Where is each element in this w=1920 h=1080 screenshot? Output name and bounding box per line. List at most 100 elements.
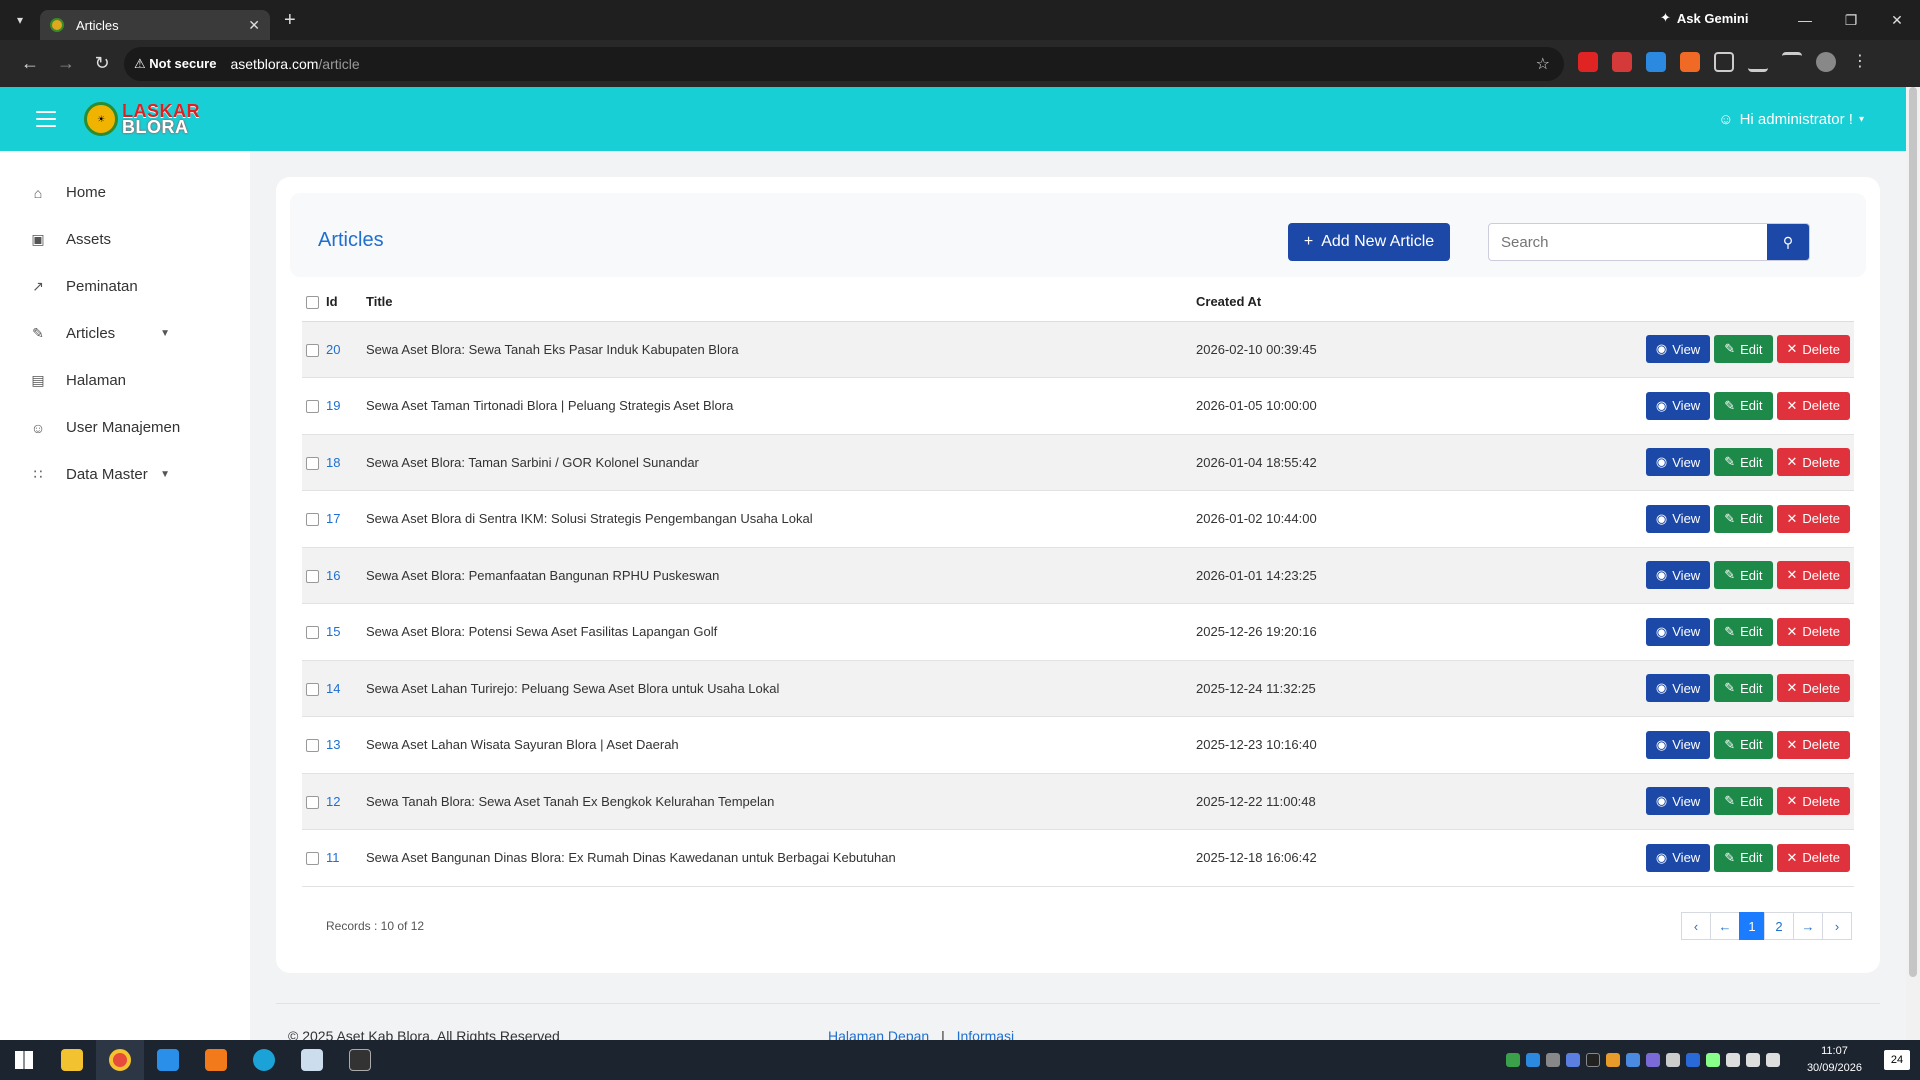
delete-button[interactable]: ✕ Delete xyxy=(1776,843,1850,872)
row-checkbox[interactable] xyxy=(306,626,319,640)
row-checkbox[interactable] xyxy=(306,343,319,357)
reload-icon[interactable]: ↻ xyxy=(84,53,120,74)
tray-app-icon[interactable] xyxy=(1506,1053,1520,1067)
tray-app-icon[interactable] xyxy=(1606,1053,1620,1067)
tray-app-icon[interactable] xyxy=(1646,1053,1660,1067)
edit-button[interactable]: ✎ Edit xyxy=(1714,391,1773,420)
edit-button[interactable]: ✎ Edit xyxy=(1714,674,1773,703)
hamburger-menu-icon[interactable] xyxy=(36,106,56,132)
bookmark-star-icon[interactable]: ☆ xyxy=(1536,54,1550,74)
first-page-button[interactable]: ‹ xyxy=(1681,912,1711,940)
back-arrow-icon[interactable]: ← xyxy=(12,53,48,74)
extensions-puzzle-icon[interactable] xyxy=(1714,52,1734,72)
sidebar-item-peminatan[interactable]: ↗ Peminatan xyxy=(0,263,250,310)
view-button[interactable]: ◉ View xyxy=(1645,730,1711,759)
restore-window-icon[interactable]: ❐ xyxy=(1828,0,1874,40)
volume-icon[interactable] xyxy=(1746,1053,1760,1067)
extension-youtube-icon[interactable] xyxy=(1612,52,1632,72)
delete-button[interactable]: ✕ Delete xyxy=(1776,617,1850,646)
edit-button[interactable]: ✎ Edit xyxy=(1714,448,1773,477)
row-checkbox[interactable] xyxy=(306,456,319,470)
view-button[interactable]: ◉ View xyxy=(1645,787,1711,816)
delete-button[interactable]: ✕ Delete xyxy=(1776,391,1850,420)
extension-red-icon[interactable] xyxy=(1578,52,1598,72)
row-checkbox[interactable] xyxy=(306,682,319,696)
article-id-link[interactable]: 18 xyxy=(326,434,366,491)
scrollbar-thumb[interactable] xyxy=(1909,87,1917,977)
view-button[interactable]: ◉ View xyxy=(1645,391,1711,420)
article-id-link[interactable]: 16 xyxy=(326,547,366,604)
delete-button[interactable]: ✕ Delete xyxy=(1776,674,1850,703)
article-id-link[interactable]: 19 xyxy=(326,377,366,435)
not-secure-indicator[interactable]: ⚠ Not secure xyxy=(134,56,216,72)
row-checkbox[interactable] xyxy=(306,739,319,753)
row-checkbox[interactable] xyxy=(306,795,319,809)
edit-button[interactable]: ✎ Edit xyxy=(1714,787,1773,816)
view-button[interactable]: ◉ View xyxy=(1645,617,1711,646)
view-button[interactable]: ◉ View xyxy=(1645,674,1711,703)
add-new-article-button[interactable]: + Add New Article xyxy=(1288,223,1450,261)
sidebar-item-home[interactable]: ⌂ Home xyxy=(0,169,250,216)
edit-button[interactable]: ✎ Edit xyxy=(1714,504,1773,533)
sidebar-item-assets[interactable]: ▣ Assets xyxy=(0,216,250,263)
notification-badge[interactable]: 24 xyxy=(1884,1050,1910,1070)
windows-start-icon[interactable] xyxy=(0,1040,48,1080)
view-button[interactable]: ◉ View xyxy=(1645,561,1711,590)
tray-app-icon[interactable] xyxy=(1626,1053,1640,1067)
search-input[interactable] xyxy=(1489,224,1767,260)
extension-orange-icon[interactable] xyxy=(1680,52,1700,72)
article-id-link[interactable]: 12 xyxy=(326,773,366,830)
edit-button[interactable]: ✎ Edit xyxy=(1714,617,1773,646)
sidebar-item-user-manajemen[interactable]: ☺ User Manajemen xyxy=(0,404,250,451)
previous-page-button[interactable]: ← xyxy=(1710,912,1740,940)
tray-app-icon[interactable] xyxy=(1706,1053,1720,1067)
sidebar-item-articles[interactable]: ✎ Articles ▼ xyxy=(0,310,250,357)
browser-menu-icon[interactable]: ⋮ xyxy=(1850,52,1870,72)
search-button[interactable]: ⚲ xyxy=(1767,224,1809,260)
tray-app-icon[interactable] xyxy=(1526,1053,1540,1067)
user-menu[interactable]: ☺ Hi administrator ! ▾ xyxy=(1718,111,1864,128)
battery-icon[interactable] xyxy=(1766,1053,1780,1067)
minimize-window-icon[interactable]: — xyxy=(1782,0,1828,40)
downloads-icon[interactable] xyxy=(1748,52,1768,72)
page-scrollbar[interactable] xyxy=(1906,87,1920,1040)
media-control-icon[interactable] xyxy=(1782,52,1802,72)
row-checkbox[interactable] xyxy=(306,852,319,866)
browser-tab-articles[interactable]: Articles ✕ xyxy=(40,10,270,40)
tray-app-icon[interactable] xyxy=(1666,1053,1680,1067)
delete-button[interactable]: ✕ Delete xyxy=(1776,787,1850,816)
forward-arrow-icon[interactable]: → xyxy=(48,53,84,74)
row-checkbox[interactable] xyxy=(306,400,319,414)
sublime-icon[interactable] xyxy=(192,1040,240,1080)
delete-button[interactable]: ✕ Delete xyxy=(1776,448,1850,477)
delete-button[interactable]: ✕ Delete xyxy=(1776,504,1850,533)
row-checkbox[interactable] xyxy=(306,513,319,527)
row-checkbox[interactable] xyxy=(306,569,319,583)
view-button[interactable]: ◉ View xyxy=(1645,448,1711,477)
new-tab-button[interactable]: + xyxy=(284,9,296,32)
article-id-link[interactable]: 15 xyxy=(326,603,366,661)
vscode-icon[interactable] xyxy=(144,1040,192,1080)
article-id-link[interactable]: 11 xyxy=(326,829,366,887)
file-explorer-icon[interactable] xyxy=(48,1040,96,1080)
profile-avatar-icon[interactable] xyxy=(1816,52,1836,72)
tray-app-icon[interactable] xyxy=(1566,1053,1580,1067)
tab-search-dropdown-icon[interactable]: ▾ xyxy=(0,0,40,40)
terminal-icon[interactable] xyxy=(336,1040,384,1080)
sidebar-item-data-master[interactable]: ∷ Data Master ▼ xyxy=(0,451,250,498)
edit-button[interactable]: ✎ Edit xyxy=(1714,843,1773,872)
edit-button[interactable]: ✎ Edit xyxy=(1714,335,1773,364)
sidebar-item-halaman[interactable]: ▤ Halaman xyxy=(0,357,250,404)
view-button[interactable]: ◉ View xyxy=(1645,335,1711,364)
edge-icon[interactable] xyxy=(240,1040,288,1080)
network-icon[interactable] xyxy=(1726,1053,1740,1067)
close-tab-icon[interactable]: ✕ xyxy=(248,17,260,34)
tray-app-icon[interactable] xyxy=(1546,1053,1560,1067)
last-page-button[interactable]: › xyxy=(1822,912,1852,940)
article-id-link[interactable]: 17 xyxy=(326,490,366,548)
ask-gemini-button[interactable]: ✦ Ask Gemini xyxy=(1660,10,1748,26)
page-1-button[interactable]: 1 xyxy=(1739,912,1765,940)
next-page-button[interactable]: → xyxy=(1793,912,1823,940)
article-id-link[interactable]: 20 xyxy=(326,321,366,378)
edit-button[interactable]: ✎ Edit xyxy=(1714,561,1773,590)
